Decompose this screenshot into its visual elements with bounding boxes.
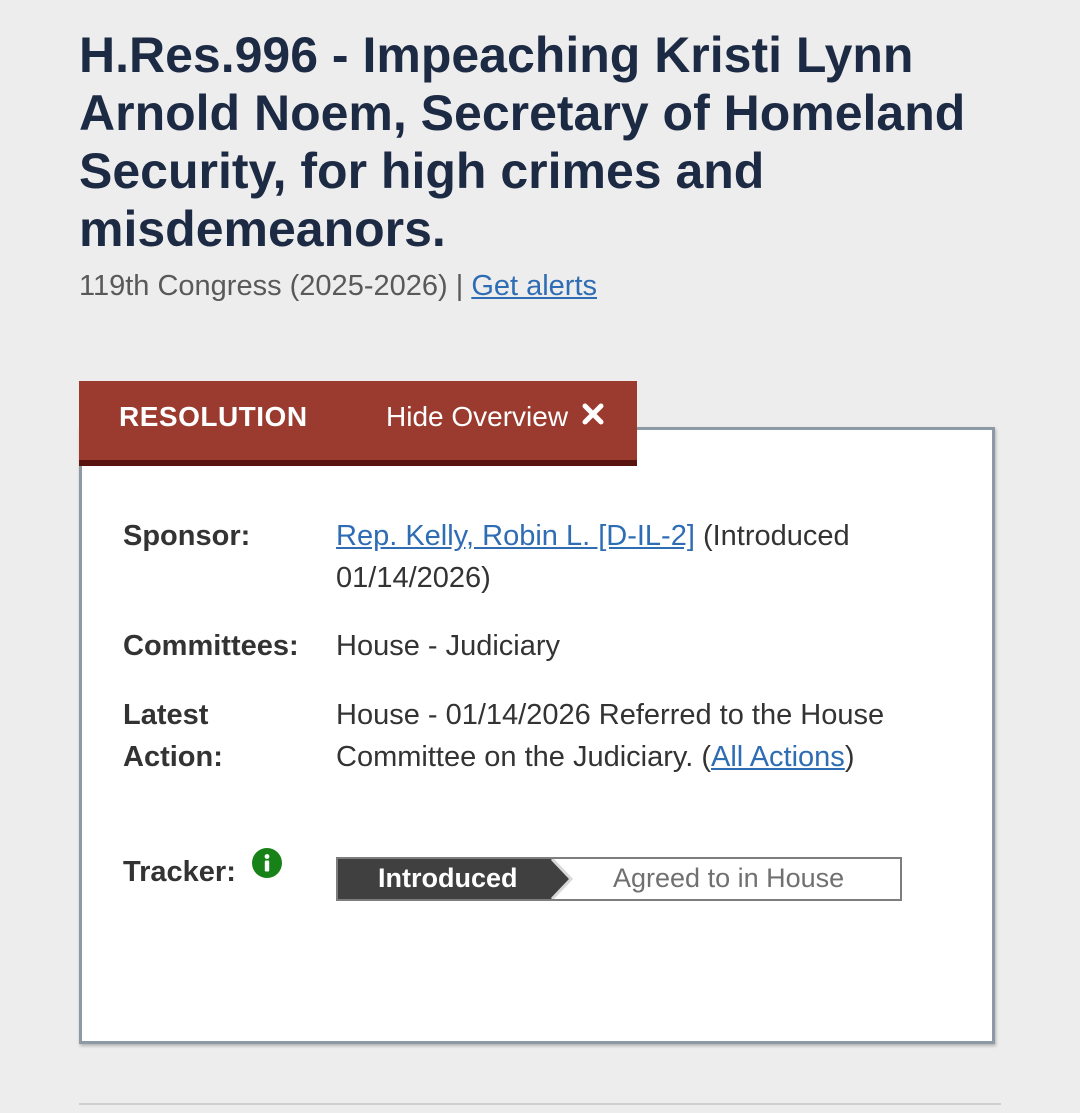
sponsor-link[interactable]: Rep. Kelly, Robin L. [D-IL-2] <box>336 520 695 552</box>
congress-subtitle: 119th Congress (2025-2026) | Get alerts <box>79 270 597 303</box>
latest-action-label-line2: Action: <box>123 741 223 773</box>
all-actions-open-paren: ( <box>701 741 712 773</box>
latest-action-label-line1: Latest <box>123 699 209 731</box>
tracker-label: Tracker: <box>123 856 236 888</box>
sponsor-label: Sponsor: <box>123 520 251 552</box>
congress-label: 119th Congress (2025-2026) | <box>79 270 464 302</box>
committees-value: House - Judiciary <box>336 630 561 662</box>
latest-action-label: Latest Action: <box>123 694 223 778</box>
status-tracker: Introduced Agreed to in House <box>336 857 902 901</box>
latest-action-value: House - 01/14/2026 Referred to the House… <box>336 694 906 778</box>
tracker-label-row: Tracker: <box>123 848 282 894</box>
section-divider <box>79 1103 1001 1105</box>
overview-tab-bar: RESOLUTION Hide Overview <box>79 381 637 466</box>
page-title: H.Res.996 - Impeaching Kristi Lynn Arnol… <box>79 27 966 257</box>
all-actions-close-paren: ) <box>844 741 855 773</box>
resolution-type-label: RESOLUTION <box>119 401 308 432</box>
hide-overview-button[interactable]: Hide Overview <box>386 401 604 435</box>
info-icon[interactable] <box>251 848 282 890</box>
hide-overview-label: Hide Overview <box>386 401 569 432</box>
committees-label: Committees: <box>123 630 299 662</box>
sponsor-value: Rep. Kelly, Robin L. [D-IL-2] (Introduce… <box>336 515 936 599</box>
tracker-stage-introduced: Introduced <box>378 863 518 893</box>
get-alerts-link[interactable]: Get alerts <box>471 270 597 302</box>
close-icon <box>582 400 604 432</box>
tracker-stage-agreed-to-in-house: Agreed to in House <box>613 863 845 893</box>
all-actions-link[interactable]: All Actions <box>711 741 845 773</box>
